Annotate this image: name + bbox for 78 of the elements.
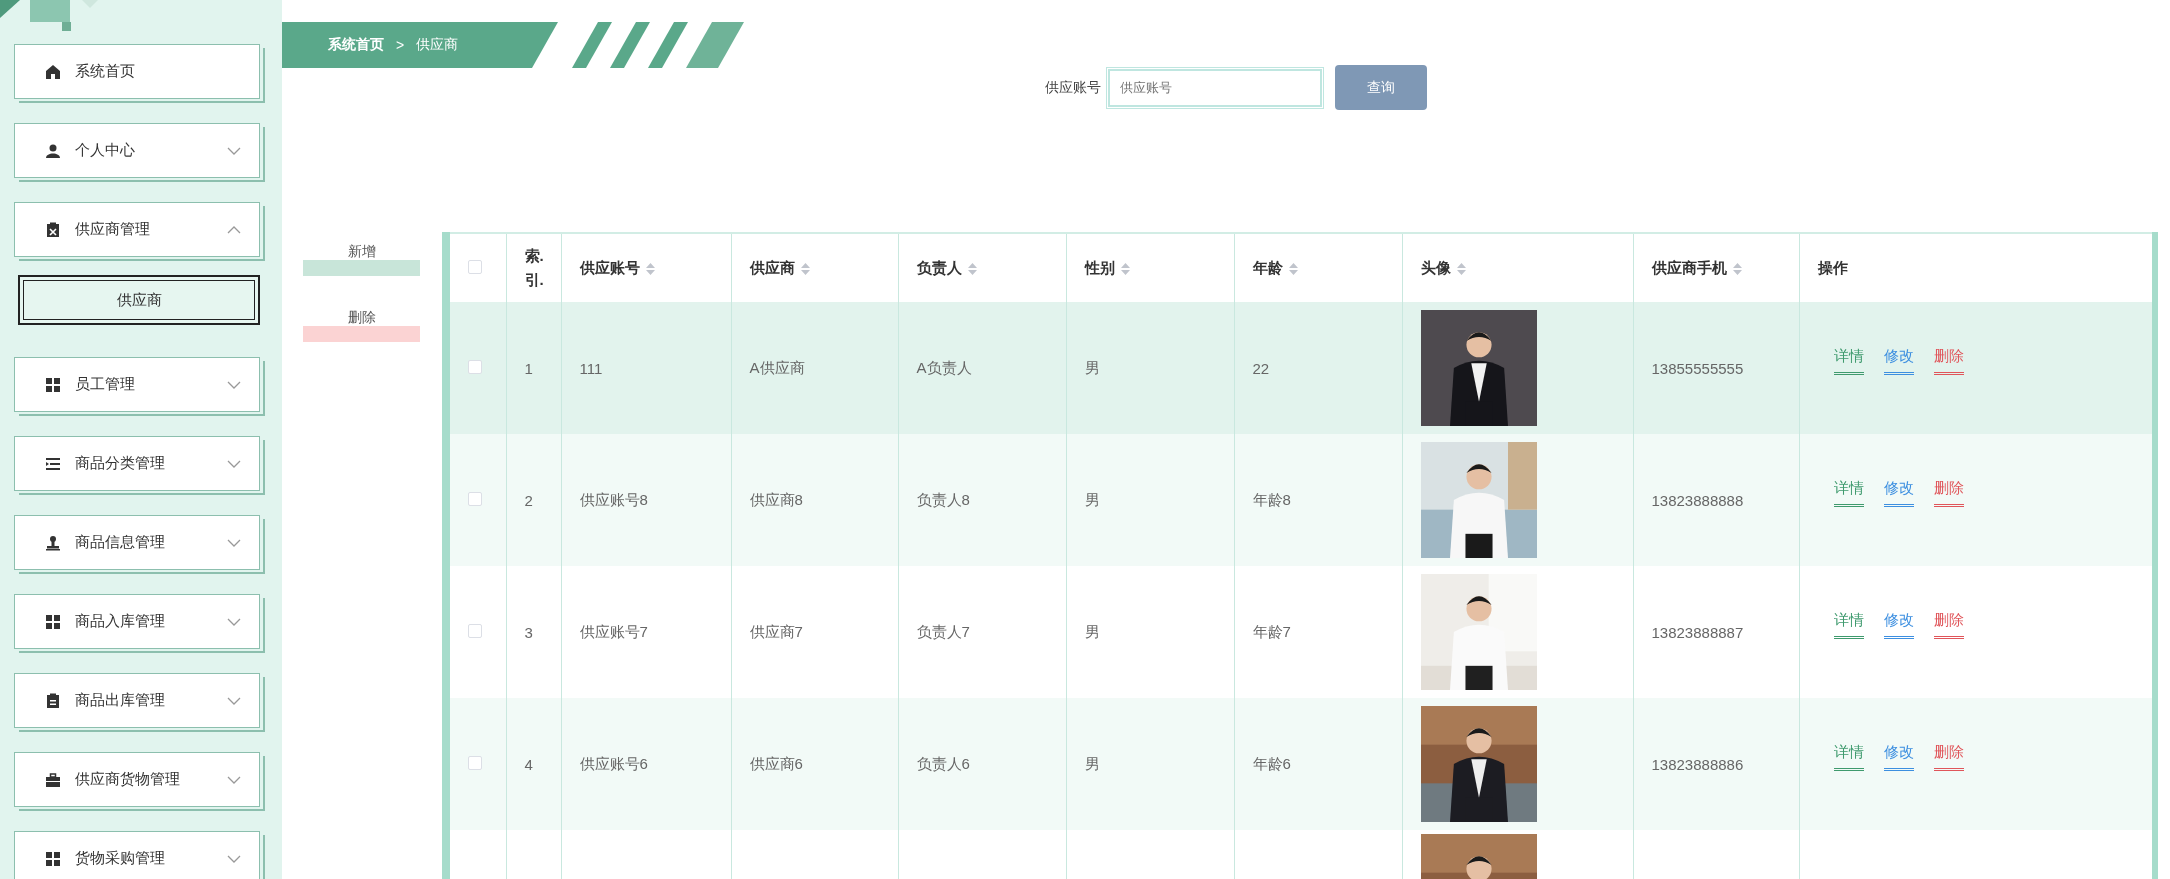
- table-cell: 1: [524, 359, 533, 377]
- sort-icon[interactable]: [800, 262, 810, 275]
- user-icon: [45, 142, 61, 159]
- edit-link[interactable]: 修改: [1883, 611, 1914, 639]
- table-cell: 男: [1084, 622, 1100, 640]
- search-button[interactable]: 查询: [1335, 65, 1427, 110]
- column-header: 性别: [1084, 258, 1115, 276]
- grid-icon: [45, 850, 61, 867]
- table-cell: 13823888888: [1651, 491, 1744, 509]
- table-cell: 22: [1252, 359, 1270, 377]
- table-cell: 男: [1084, 358, 1100, 376]
- column-header: 供应商手机: [1651, 258, 1727, 276]
- column-header: 供应账号: [579, 258, 640, 276]
- checkbox[interactable]: [468, 623, 482, 638]
- table-cell: 供应商8: [749, 490, 803, 508]
- table-cell: 负责人6: [916, 754, 970, 772]
- sort-icon[interactable]: [1288, 262, 1298, 275]
- delete-link[interactable]: 删除: [1933, 479, 1964, 507]
- breadcrumb-current: 供应商: [416, 36, 459, 54]
- briefcase-icon: [45, 771, 61, 788]
- checkbox[interactable]: [468, 755, 482, 770]
- table-cell: 男: [1084, 754, 1100, 772]
- breadcrumb-separator: >: [396, 37, 405, 53]
- table-cell: 4: [524, 755, 533, 773]
- table-cell: 负责人7: [916, 622, 970, 640]
- grid-icon: [45, 613, 61, 630]
- checkbox[interactable]: [468, 491, 482, 506]
- clipboard-x-icon: [45, 221, 61, 238]
- table-cell: A供应商: [749, 358, 805, 376]
- details-link[interactable]: 详情: [1833, 479, 1864, 507]
- column-header: 供应商: [749, 258, 795, 276]
- sort-icon[interactable]: [1732, 262, 1742, 275]
- clipboard-icon: [45, 692, 61, 709]
- table-cell: 负责人8: [916, 490, 970, 508]
- column-header: 负责人: [916, 258, 962, 276]
- edit-link[interactable]: 修改: [1883, 347, 1914, 375]
- table-cell: 供应账号6: [579, 754, 648, 772]
- edit-link[interactable]: 修改: [1883, 479, 1914, 507]
- table-cell: 年龄8: [1252, 490, 1291, 508]
- details-link[interactable]: 详情: [1833, 347, 1864, 375]
- grid-icon: [45, 376, 61, 393]
- table-cell: A负责人: [916, 358, 972, 376]
- home-icon: [45, 63, 61, 80]
- table-cell: 供应账号8: [579, 490, 648, 508]
- column-header: 年龄: [1252, 258, 1283, 276]
- search-label: 供应账号: [1045, 78, 1101, 97]
- checkbox[interactable]: [468, 359, 482, 374]
- table-cell: 供应商6: [749, 754, 803, 772]
- sort-icon[interactable]: [645, 262, 655, 275]
- column-header: 头像: [1420, 258, 1451, 276]
- table-cell: 13823888886: [1651, 755, 1744, 773]
- checkbox[interactable]: [468, 259, 482, 274]
- column-header: 索.引.: [524, 246, 545, 290]
- table-cell: 111: [579, 359, 603, 377]
- column-header: 操作: [1817, 258, 1848, 276]
- table-cell: 2: [524, 491, 533, 509]
- stamp-icon: [45, 534, 61, 551]
- sort-icon[interactable]: [1456, 262, 1466, 275]
- delete-link[interactable]: 删除: [1933, 743, 1964, 771]
- table-cell: 13855555555: [1651, 359, 1744, 377]
- sort-icon[interactable]: [1120, 262, 1130, 275]
- table-cell: 供应账号7: [579, 622, 648, 640]
- table-cell: 年龄6: [1252, 754, 1291, 772]
- sort-icon[interactable]: [967, 262, 977, 275]
- list-icon: [45, 455, 61, 472]
- table-cell: 供应商7: [749, 622, 803, 640]
- search-field[interactable]: 供应账号: [1109, 69, 1321, 106]
- edit-link[interactable]: 修改: [1883, 743, 1914, 771]
- table-cell: 13823888887: [1651, 623, 1744, 641]
- details-link[interactable]: 详情: [1833, 743, 1864, 771]
- delete-link[interactable]: 删除: [1933, 611, 1964, 639]
- breadcrumb-link[interactable]: 系统首页: [328, 36, 384, 54]
- delete-link[interactable]: 删除: [1933, 347, 1964, 375]
- details-link[interactable]: 详情: [1833, 611, 1864, 639]
- table-cell: 年龄7: [1252, 622, 1291, 640]
- submenu-item[interactable]: 供应商: [18, 275, 260, 325]
- table-cell: 3: [524, 623, 533, 641]
- table-cell: 男: [1084, 490, 1100, 508]
